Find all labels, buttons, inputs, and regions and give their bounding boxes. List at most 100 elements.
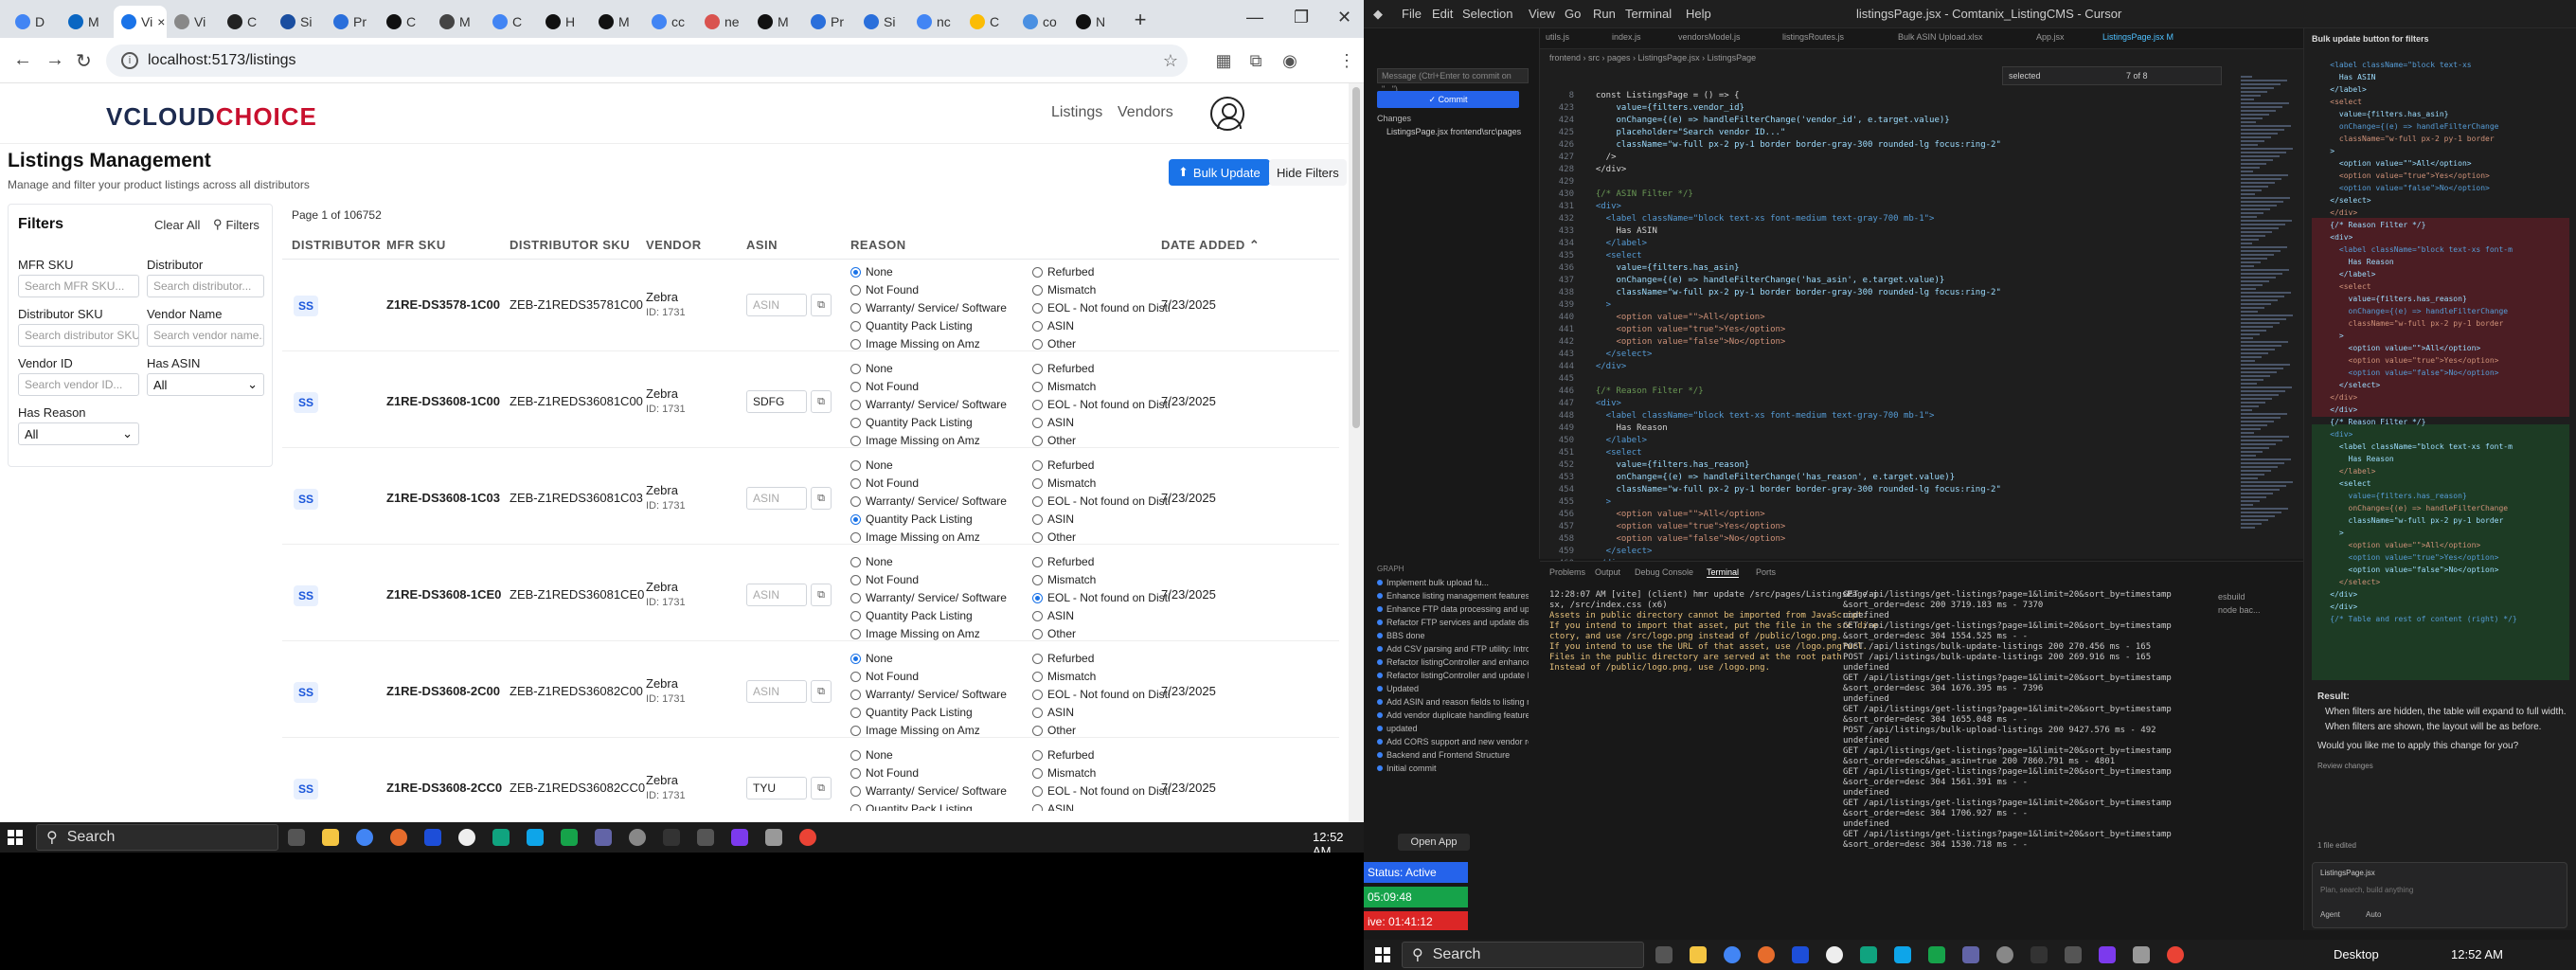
radio-circle-icon[interactable] — [1032, 671, 1043, 682]
reason-radio[interactable]: ASIN — [1032, 609, 1074, 622]
code-line[interactable]: 428 </div> — [1540, 165, 2222, 177]
onenote-icon[interactable] — [2099, 946, 2116, 963]
editor-tab[interactable]: ListingsPage.jsx M — [2102, 32, 2174, 42]
commit-item[interactable]: Initial commit — [1377, 763, 1529, 773]
asin-save-icon[interactable]: ⧉ — [811, 294, 832, 316]
reason-radio[interactable]: EOL - Not found on Disti — [1032, 784, 1171, 798]
reason-radio[interactable]: Not Found — [850, 380, 919, 393]
reason-radio[interactable]: Other — [1032, 530, 1076, 544]
user-account-icon[interactable] — [1210, 97, 1244, 131]
radio-circle-icon[interactable] — [1032, 284, 1043, 296]
menu-file[interactable]: File — [1402, 7, 1422, 21]
radio-circle-icon[interactable] — [850, 417, 861, 428]
reason-radio[interactable]: None — [850, 362, 893, 375]
distributor-sku-input[interactable]: Search distributor SKU... — [18, 324, 139, 347]
task-view-icon[interactable] — [1655, 946, 1673, 963]
radio-circle-icon[interactable] — [850, 381, 861, 392]
radio-circle-icon[interactable] — [850, 628, 861, 639]
panel-tab-debug[interactable]: Debug Console — [1635, 567, 1693, 577]
radio-circle-icon[interactable] — [850, 284, 861, 296]
code-line[interactable]: 456 <option value="">All</option> — [1540, 510, 2222, 522]
asin-input[interactable]: ASIN — [746, 294, 807, 316]
commit-button[interactable]: ✓ Commit — [1377, 91, 1519, 108]
browser-tab[interactable]: Pr — [326, 6, 379, 38]
code-line[interactable]: 452 value={filters.has_reason} — [1540, 460, 2222, 473]
radio-circle-icon[interactable] — [1032, 513, 1043, 525]
browser-tab[interactable]: Si — [273, 6, 326, 38]
hide-filters-button[interactable]: Hide Filters — [1269, 159, 1347, 186]
code-line[interactable]: 425 placeholder="Search vendor ID..." — [1540, 128, 2222, 140]
code-line[interactable]: 444 </div> — [1540, 362, 2222, 374]
code-line[interactable]: 441 <option value="true">Yes</option> — [1540, 325, 2222, 337]
asin-save-icon[interactable]: ⧉ — [811, 584, 832, 606]
terminal-backend-output[interactable]: GET /api/listings/get-listings?page=1&li… — [1843, 590, 2172, 851]
browser-tab[interactable]: M — [432, 6, 485, 38]
radio-circle-icon[interactable] — [1032, 381, 1043, 392]
radio-circle-icon[interactable] — [850, 785, 861, 797]
reason-radio[interactable]: None — [850, 265, 893, 278]
taskbar-clock[interactable]: 12:52 AM — [1313, 830, 1364, 853]
radio-circle-icon[interactable] — [1032, 803, 1043, 811]
vscode-icon[interactable] — [1792, 946, 1809, 963]
code-line[interactable]: 423 value={filters.vendor_id} — [1540, 103, 2222, 116]
radio-circle-icon[interactable] — [1032, 574, 1043, 585]
radio-circle-icon[interactable] — [1032, 459, 1043, 471]
filters-toggle-button[interactable]: ⚲ Filters — [207, 213, 265, 236]
reason-radio[interactable]: Not Found — [850, 476, 919, 490]
asin-input[interactable]: SDFG — [746, 390, 807, 413]
chrome-icon[interactable] — [1724, 946, 1741, 963]
reason-radio[interactable]: Other — [1032, 434, 1076, 447]
radio-circle-icon[interactable] — [850, 610, 861, 621]
radio-circle-icon[interactable] — [1032, 689, 1043, 700]
site-info-icon[interactable]: i — [121, 52, 138, 69]
commit-item[interactable]: Refactor listingController and update F.… — [1377, 671, 1529, 680]
asin-input[interactable]: ASIN — [746, 680, 807, 703]
browser-tab[interactable]: M — [61, 6, 114, 38]
browser-tab[interactable]: N — [1068, 6, 1121, 38]
teams-icon[interactable] — [1962, 946, 1979, 963]
commit-message-input[interactable]: Message (Ctrl+Enter to commit on "...") — [1377, 68, 1529, 94]
chrome-profile-icon[interactable] — [2167, 946, 2184, 963]
radio-circle-icon[interactable] — [1032, 399, 1043, 410]
code-line[interactable]: 443 </select> — [1540, 350, 2222, 362]
reason-radio[interactable]: Other — [1032, 724, 1076, 737]
radio-circle-icon[interactable] — [850, 495, 861, 507]
terminal-icon[interactable] — [2030, 946, 2048, 963]
editor-tab[interactable]: vendorsModel.js — [1678, 32, 1741, 42]
radio-circle-icon[interactable] — [1032, 338, 1043, 350]
reason-radio[interactable]: Mismatch — [1032, 573, 1096, 586]
radio-circle-icon[interactable] — [850, 363, 861, 374]
menu-go[interactable]: Go — [1565, 7, 1581, 21]
editor-tab[interactable]: listingsRoutes.js — [1782, 32, 1844, 42]
menu-view[interactable]: View — [1529, 7, 1555, 21]
editor-tab[interactable]: utils.js — [1546, 32, 1569, 42]
reason-radio[interactable]: None — [850, 652, 893, 665]
code-line[interactable]: 436 value={filters.has_asin} — [1540, 263, 2222, 276]
menu-edit[interactable]: Edit — [1432, 7, 1453, 21]
reason-radio[interactable]: Image Missing on Amz — [850, 627, 980, 640]
excel-icon[interactable] — [1928, 946, 1945, 963]
terminal-icon[interactable] — [663, 829, 680, 846]
radio-circle-icon[interactable] — [850, 689, 861, 700]
back-icon[interactable]: ← — [13, 49, 32, 71]
panel-tab-ports[interactable]: Ports — [1756, 567, 1776, 577]
radio-circle-icon[interactable] — [1032, 495, 1043, 507]
code-line[interactable]: 450 </label> — [1540, 436, 2222, 448]
browser-tab[interactable]: nc — [909, 6, 962, 38]
code-line[interactable]: 430 {/* ASIN Filter */} — [1540, 189, 2222, 202]
cursor-app-icon[interactable] — [2065, 946, 2082, 963]
postman-icon[interactable] — [527, 829, 544, 846]
reason-radio[interactable]: ASIN — [1032, 512, 1074, 526]
radio-circle-icon[interactable] — [1032, 320, 1043, 332]
reason-radio[interactable]: Not Found — [850, 283, 919, 296]
chrome-icon[interactable] — [356, 829, 373, 846]
col-distributor-sku[interactable]: DISTRIBUTOR SKU — [510, 238, 630, 252]
radio-circle-icon[interactable] — [850, 671, 861, 682]
reason-radio[interactable]: Refurbed — [1032, 555, 1094, 568]
forward-icon[interactable]: → — [45, 49, 64, 71]
reason-radio[interactable]: Mismatch — [1032, 476, 1096, 490]
editor-tab[interactable]: App.jsx — [2036, 32, 2065, 42]
code-line[interactable]: 437 onChange={(e) => handleFilterChange(… — [1540, 276, 2222, 288]
radio-circle-icon[interactable] — [850, 266, 861, 278]
menu-run[interactable]: Run — [1593, 7, 1616, 21]
